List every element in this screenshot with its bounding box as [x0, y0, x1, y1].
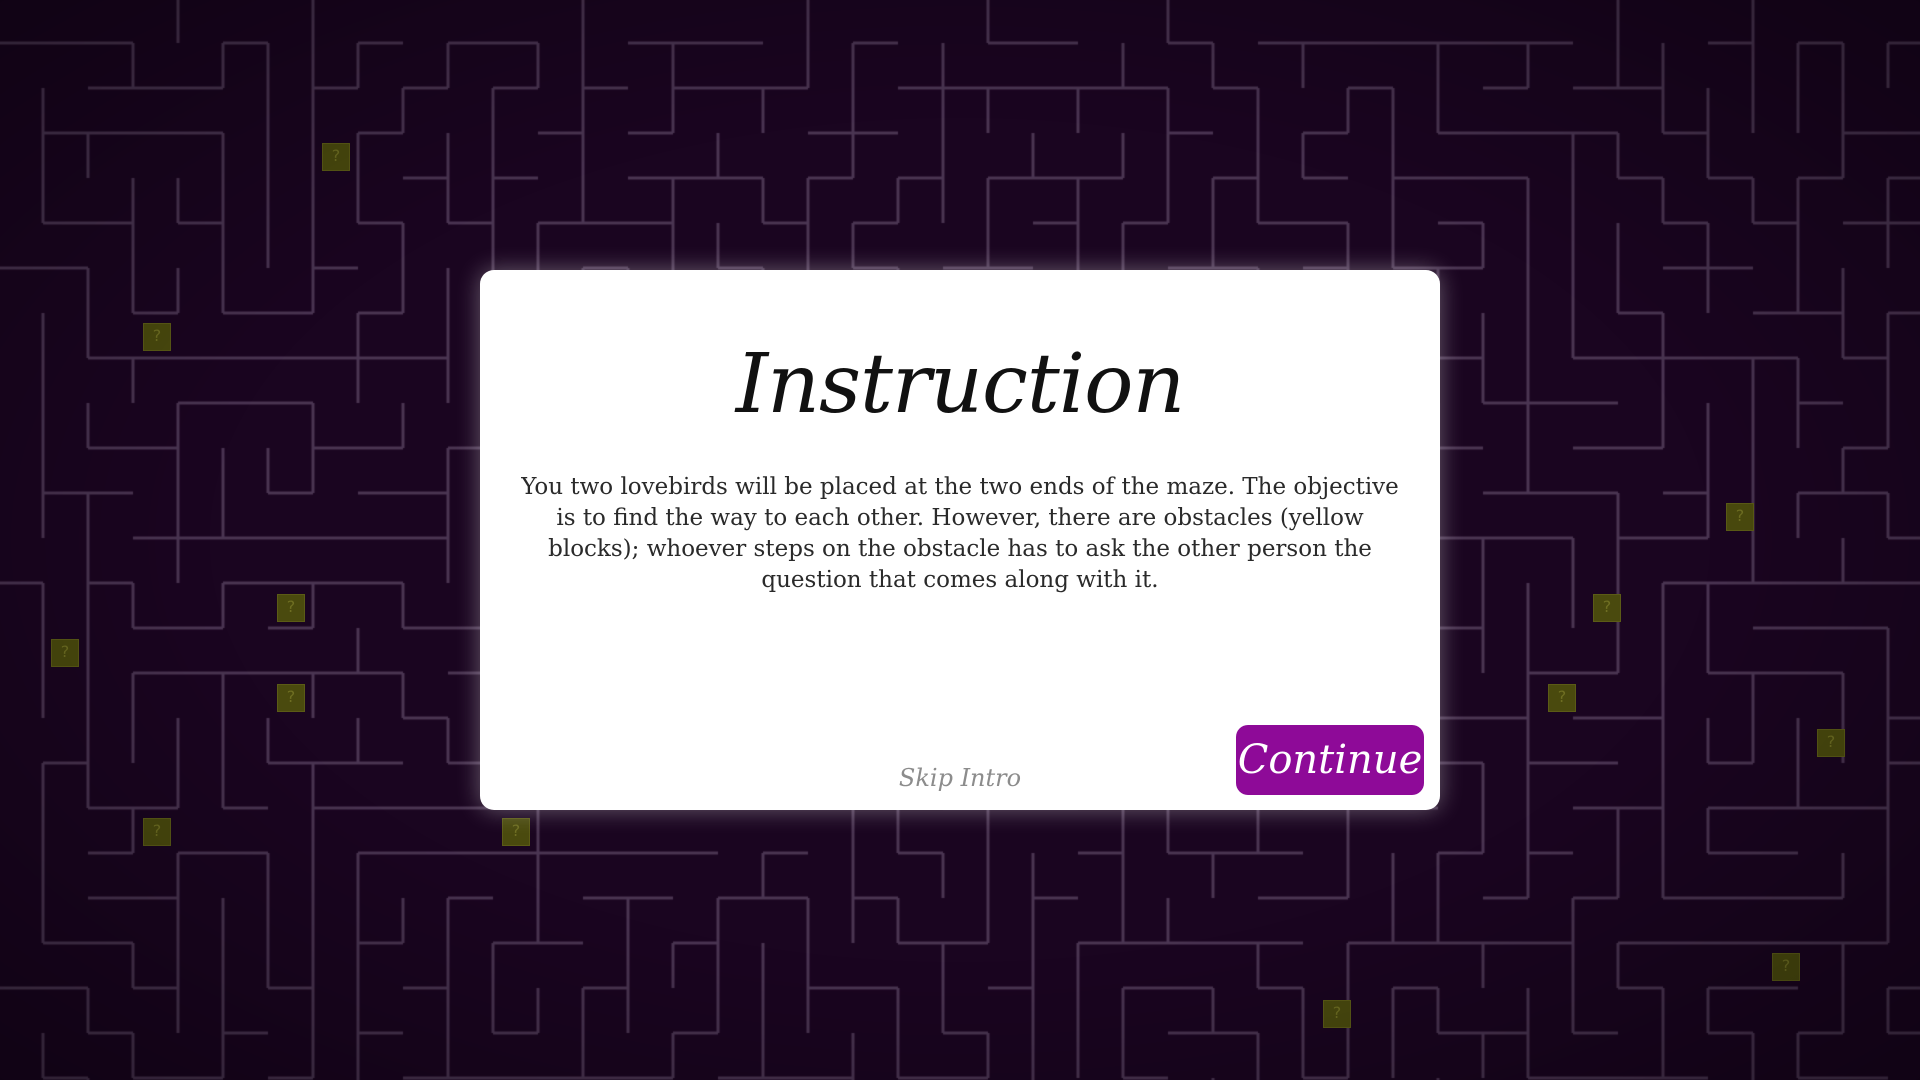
game-stage: ????????????? Instruction You two lovebi… — [0, 0, 1920, 1080]
obstacle-block: ? — [1817, 729, 1845, 757]
obstacle-block: ? — [1772, 953, 1800, 981]
obstacle-block: ? — [1323, 1000, 1351, 1028]
continue-button[interactable]: Continue — [1236, 725, 1424, 795]
obstacle-block: ? — [1593, 594, 1621, 622]
obstacle-block: ? — [322, 143, 350, 171]
obstacle-block: ? — [143, 818, 171, 846]
obstacle-block: ? — [1548, 684, 1576, 712]
instruction-modal: Instruction You two lovebirds will be pl… — [480, 270, 1440, 810]
instruction-text: You two lovebirds will be placed at the … — [521, 474, 1399, 593]
modal-title: Instruction — [735, 337, 1186, 432]
obstacle-block: ? — [1726, 503, 1754, 531]
obstacle-block: ? — [277, 594, 305, 622]
obstacle-block: ? — [502, 818, 530, 846]
obstacle-block: ? — [277, 684, 305, 712]
skip-intro-link[interactable]: Skip Intro — [860, 762, 1060, 794]
obstacle-block: ? — [143, 323, 171, 351]
obstacle-block: ? — [51, 639, 79, 667]
